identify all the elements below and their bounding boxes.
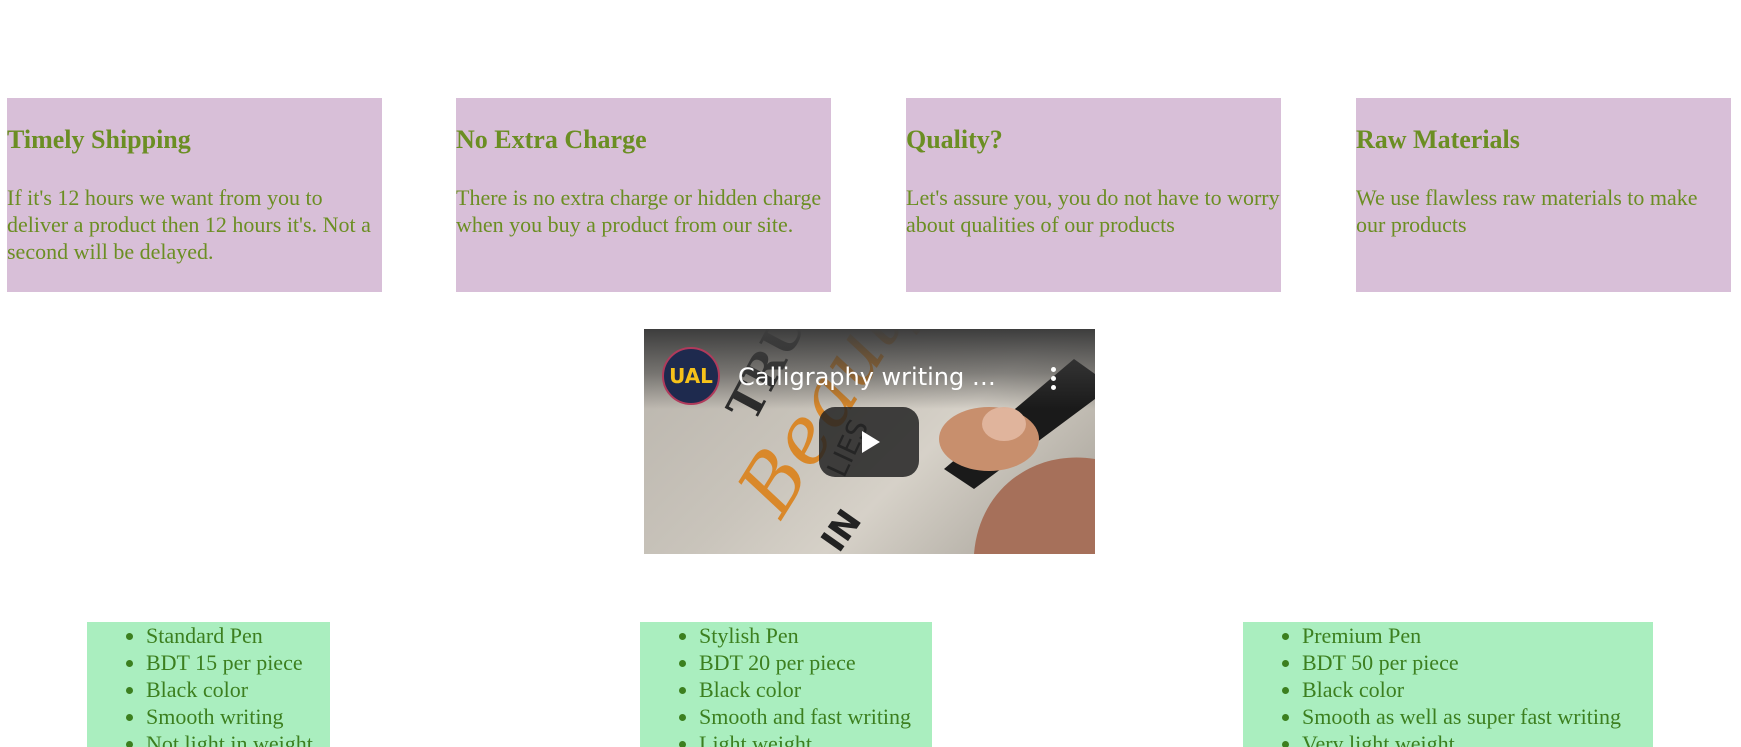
list-item: BDT 15 per piece	[146, 649, 330, 676]
channel-logo-text: UAL	[669, 364, 713, 388]
list-item: Smooth as well as super fast writing	[1302, 703, 1653, 730]
list-item: Light weight	[699, 730, 932, 747]
list-item: Stylish Pen	[699, 622, 932, 649]
feature-card-raw-materials: Raw Materials We use flawless raw materi…	[1356, 98, 1731, 292]
plan-feature-list: Premium Pen BDT 50 per piece Black color…	[1243, 622, 1653, 747]
list-item: Very light weight	[1302, 730, 1653, 747]
list-item: Premium Pen	[1302, 622, 1653, 649]
plan-card-stylish: Stylish Pen BDT 20 per piece Black color…	[640, 622, 932, 747]
list-item: Not light in weight	[146, 730, 330, 747]
list-item: Black color	[699, 676, 932, 703]
feature-card-timely-shipping: Timely Shipping If it's 12 hours we want…	[7, 98, 382, 292]
list-item: Black color	[1302, 676, 1653, 703]
plan-feature-list: Stylish Pen BDT 20 per piece Black color…	[640, 622, 932, 747]
list-item: BDT 20 per piece	[699, 649, 932, 676]
plan-card-premium: Premium Pen BDT 50 per piece Black color…	[1243, 622, 1653, 747]
feature-title: No Extra Charge	[456, 125, 647, 154]
video-title[interactable]: Calligraphy writing H...	[738, 363, 1008, 391]
feature-title: Quality?	[906, 125, 1003, 154]
feature-title: Raw Materials	[1356, 125, 1520, 154]
play-button[interactable]	[819, 407, 919, 477]
youtube-video-embed[interactable]: TRUE Beauty LIES IN UAL Calligraphy writ…	[644, 329, 1095, 554]
feature-text: If it's 12 hours we want from you to del…	[7, 185, 371, 264]
feature-title: Timely Shipping	[7, 125, 191, 154]
list-item: Standard Pen	[146, 622, 330, 649]
feature-text: Let's assure you, you do not have to wor…	[906, 185, 1280, 237]
feature-text: We use flawless raw materials to make ou…	[1356, 185, 1698, 237]
list-item: Black color	[146, 676, 330, 703]
list-item: BDT 50 per piece	[1302, 649, 1653, 676]
plan-feature-list: Standard Pen BDT 15 per piece Black colo…	[87, 622, 330, 747]
feature-text: There is no extra charge or hidden charg…	[456, 185, 822, 237]
play-icon	[862, 431, 880, 453]
channel-avatar[interactable]: UAL	[662, 347, 720, 405]
more-vert-icon[interactable]	[1038, 363, 1068, 393]
list-item: Smooth and fast writing	[699, 703, 932, 730]
feature-card-no-extra-charge: No Extra Charge There is no extra charge…	[456, 98, 831, 292]
feature-card-quality: Quality? Let's assure you, you do not ha…	[906, 98, 1281, 292]
list-item: Smooth writing	[146, 703, 330, 730]
plan-card-standard: Standard Pen BDT 15 per piece Black colo…	[87, 622, 330, 747]
svg-text:IN: IN	[814, 503, 870, 554]
